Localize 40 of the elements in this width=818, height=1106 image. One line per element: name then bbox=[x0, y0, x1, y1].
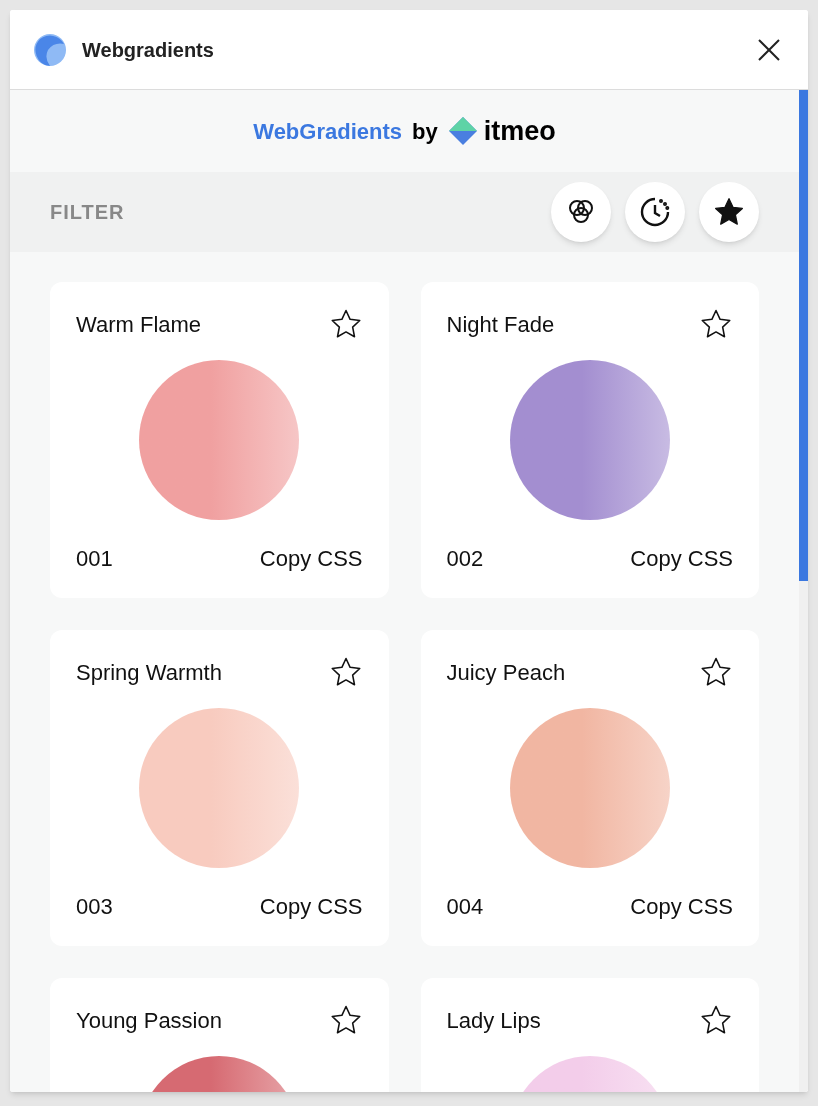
gradient-name: Warm Flame bbox=[76, 310, 202, 339]
color-filter-button[interactable] bbox=[551, 182, 611, 242]
star-icon bbox=[699, 655, 733, 689]
gradient-name: Young Passion bbox=[76, 1006, 222, 1035]
gradient-number: 003 bbox=[76, 893, 113, 921]
brand-link[interactable]: WebGradients bbox=[253, 114, 402, 148]
star-icon bbox=[713, 196, 745, 228]
star-icon bbox=[699, 307, 733, 341]
company-name: itmeo bbox=[483, 114, 556, 148]
favorite-star-button[interactable] bbox=[699, 655, 733, 689]
gradient-name: Night Fade bbox=[446, 310, 555, 339]
copy-css-button[interactable]: Copy CSS bbox=[630, 542, 733, 575]
filter-label: FILTER bbox=[50, 200, 125, 225]
star-icon bbox=[328, 1003, 363, 1037]
diamond-logo-icon bbox=[447, 116, 478, 146]
favorite-star-button[interactable] bbox=[328, 655, 363, 689]
gradient-number: 002 bbox=[446, 545, 484, 573]
gradient-name: Lady Lips bbox=[446, 1006, 541, 1035]
close-icon bbox=[757, 37, 781, 62]
copy-css-button[interactable]: Copy CSS bbox=[630, 890, 733, 923]
gradient-name: Juicy Peach bbox=[446, 658, 566, 687]
globe-icon bbox=[34, 33, 66, 66]
scrollbar-thumb[interactable] bbox=[799, 90, 808, 581]
favorite-star-button[interactable] bbox=[699, 1003, 733, 1037]
star-icon bbox=[328, 307, 363, 341]
gradient-name: Spring Warmth bbox=[76, 658, 222, 687]
star-icon bbox=[328, 655, 363, 689]
copy-css-button[interactable]: Copy CSS bbox=[259, 542, 363, 575]
by-text: by bbox=[412, 117, 438, 146]
copy-css-button[interactable]: Copy CSS bbox=[259, 890, 363, 923]
favorite-star-button[interactable] bbox=[328, 1003, 363, 1037]
favorites-filter-button[interactable] bbox=[699, 182, 759, 242]
window-title: Webgradients bbox=[82, 37, 214, 63]
gradient-number: 001 bbox=[76, 545, 113, 573]
favorite-star-button[interactable] bbox=[328, 307, 363, 341]
gradient-number: 004 bbox=[446, 893, 484, 921]
favorite-star-button[interactable] bbox=[699, 307, 733, 341]
star-icon bbox=[699, 1003, 733, 1037]
clock-icon bbox=[639, 196, 671, 228]
clock-filter-button[interactable] bbox=[625, 182, 685, 242]
